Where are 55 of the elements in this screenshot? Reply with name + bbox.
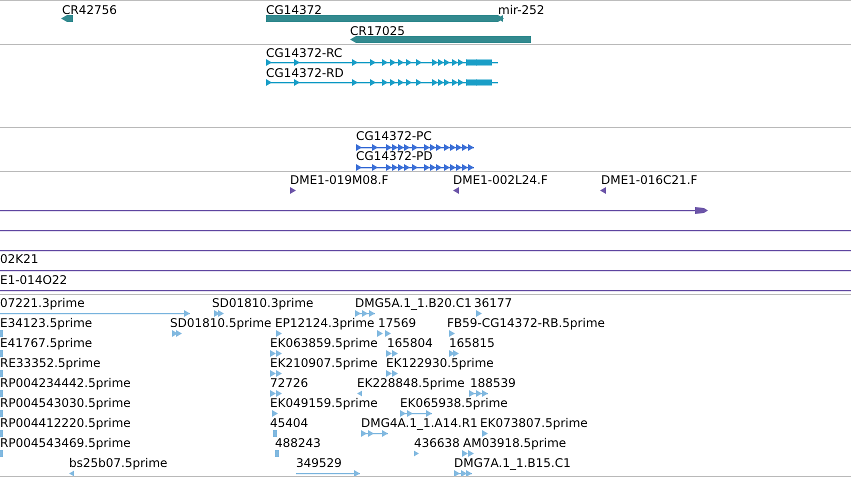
feature-label: EP12124.3prime [275,316,374,330]
feature-label: EK122930.5prime [386,356,494,370]
gene-bar[interactable] [61,15,73,22]
feature-label: CR42756 [62,3,117,17]
feature-label: 17569 [378,316,416,330]
feature-label: RE33352.5prime [0,356,100,370]
feature-label: DMG7A.1_1.B15.C1 [454,456,571,470]
feature-label: mir-252 [498,3,544,17]
feature-label: FB59-CG14372-RB.5prime [447,316,605,330]
feature-label: 36177 [474,296,512,310]
feature-label: SD01810.3prime [212,296,314,310]
protein-glyph[interactable] [356,144,474,151]
feature-label: EK065938.5prime [400,396,508,410]
feature-label: EK073807.5prime [480,416,588,430]
feature-label: 07221.3prime [0,296,85,310]
feature-label: CG14372-RD [266,66,344,80]
feature-label: 02K21 [0,252,38,266]
feature-label: EK228848.5prime [357,376,465,390]
feature-label: E34123.5prime [0,316,92,330]
feature-label: E41767.5prime [0,336,92,350]
feature-label: CG14372 [266,3,322,17]
protein-glyph[interactable] [356,164,474,171]
feature-label: AM03918.5prime [463,436,566,450]
feature-label: 45404 [270,416,308,430]
feature-label: 165815 [449,336,495,350]
feature-label: RP004543469.5prime [0,436,131,450]
feature-label: RP004234442.5prime [0,376,131,390]
feature-label: DME1-016C21.F [601,173,698,187]
feature-label: SD01810.5prime [170,316,272,330]
feature-label: E1-014O22 [0,273,68,287]
feature-label: CG14372-PD [356,149,433,163]
feature-label: 488243 [275,436,321,450]
feature-label: EK210907.5prime [270,356,378,370]
feature-label: 188539 [470,376,516,390]
feature-label: DMG4A.1_1.A14.R1 [361,416,478,430]
feature-label: DME1-002L24.F [453,173,548,187]
feature-label: RP004543030.5prime [0,396,131,410]
feature-label: EK049159.5prime [270,396,378,410]
feature-label: 349529 [296,456,342,470]
feature-label: RP004412220.5prime [0,416,131,430]
clone-arrow-icon[interactable] [453,187,460,194]
feature-label: EK063859.5prime [270,336,378,350]
feature-label: CG14372-RC [266,46,342,60]
feature-label: 165804 [387,336,433,350]
feature-label: DMG5A.1_1.B20.C1 [355,296,472,310]
feature-label: 72726 [270,376,308,390]
feature-label: DME1-019M08.F [290,173,388,187]
feature-label: 436638 [414,436,460,450]
clone-arrow-icon[interactable] [290,187,296,194]
feature-label: CR17025 [350,24,405,38]
clone-arrow-icon[interactable] [600,187,609,194]
transcript-glyph[interactable] [266,79,498,86]
transcript-glyph[interactable] [266,59,498,66]
feature-label: bs25b07.5prime [69,456,168,470]
feature-label: CG14372-PC [356,129,432,143]
